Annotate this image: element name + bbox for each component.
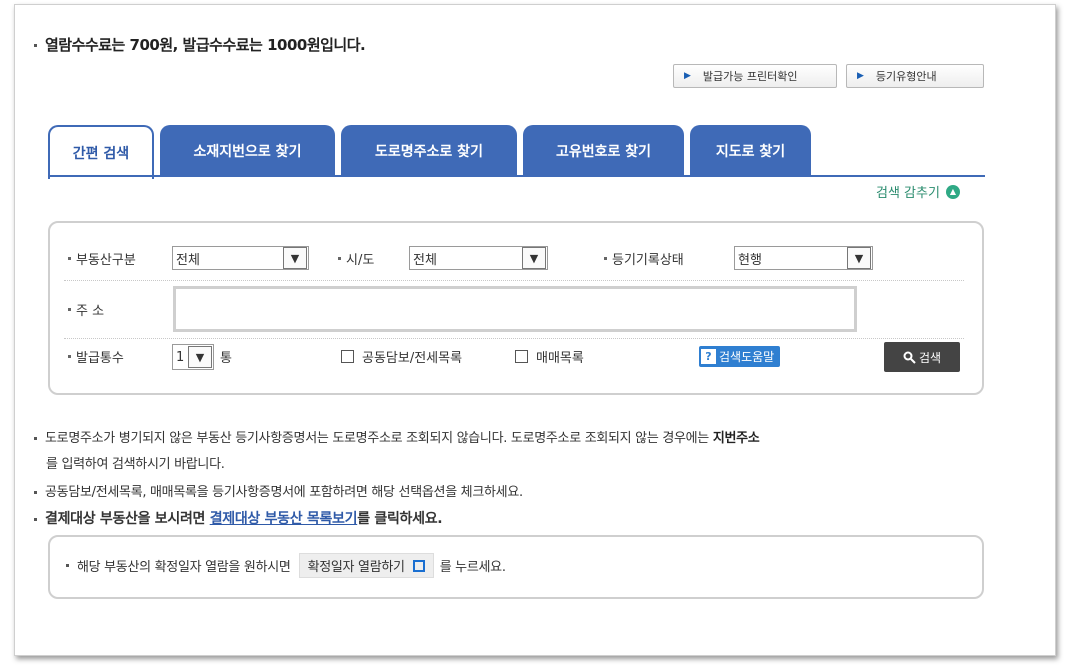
sale-list-checkbox[interactable]: 매매목록 [515, 347, 584, 366]
payment-list-link[interactable]: 결제대상 부동산 목록보기 [210, 511, 358, 527]
arrow-right-icon: ▶ [857, 71, 864, 81]
external-link-icon [412, 559, 425, 572]
copies-unit: 통 [220, 351, 232, 366]
tab-lot-number[interactable]: 소재지번으로 찾기 [160, 125, 335, 177]
search-button[interactable]: 검색 [884, 342, 960, 372]
tab-simple-search[interactable]: 간편 검색 [48, 125, 154, 179]
chevron-up-icon: ▲ [945, 184, 960, 199]
copies-label: 발급통수 [68, 347, 124, 366]
tab-unique-number[interactable]: 고유번호로 찾기 [523, 125, 684, 177]
tab-road-address[interactable]: 도로명주소로 찾기 [341, 125, 517, 177]
chevron-down-icon: ▼ [847, 247, 871, 269]
search-help-button[interactable]: ? 검색도움말 [699, 346, 781, 367]
note-payment: 결제대상 부동산을 보시려면 결제대상 부동산 목록보기를 클릭하세요. [34, 508, 443, 528]
note-road-address: 도로명주소가 병기되지 않은 부동산 등기사항증명서는 도로명주소로 조회되지 … [34, 426, 994, 478]
checkbox-icon[interactable] [341, 350, 354, 363]
question-icon: ? [701, 349, 716, 364]
collateral-checkbox[interactable]: 공동담보/전세목록 [341, 347, 462, 366]
chevron-down-icon: ▼ [283, 247, 307, 269]
copies-select[interactable]: 1 ▼ [172, 344, 214, 370]
fee-notice: 열람수수료는 700원, 발급수수료는 1000원입니다. [34, 34, 366, 55]
record-status-label: 등기기록상태 [604, 249, 684, 268]
registry-type-button[interactable]: ▶ 등기유형안내 [846, 64, 984, 88]
row-divider [64, 338, 964, 339]
property-type-select[interactable]: 전체 ▼ [172, 246, 309, 270]
row-divider [64, 280, 964, 281]
magnifier-icon [903, 351, 916, 364]
property-type-label: 부동산구분 [68, 249, 136, 268]
confirm-date-view-button[interactable]: 확정일자 열람하기 [298, 553, 434, 578]
checkbox-icon[interactable] [515, 350, 528, 363]
address-label: 주 소 [68, 300, 104, 319]
address-input[interactable] [173, 286, 857, 332]
city-select[interactable]: 전체 ▼ [409, 246, 548, 270]
record-status-select[interactable]: 현행 ▼ [734, 246, 873, 270]
confirm-date-notice: 해당 부동산의 확정일자 열람을 원하시면 확정일자 열람하기 를 누르세요. [66, 553, 506, 578]
city-label: 시/도 [338, 249, 374, 268]
chevron-down-icon: ▼ [522, 247, 546, 269]
chevron-down-icon: ▼ [188, 346, 212, 368]
printer-check-button[interactable]: ▶ 발급가능 프린터확인 [673, 64, 837, 88]
tab-map[interactable]: 지도로 찾기 [690, 125, 811, 177]
arrow-right-icon: ▶ [684, 71, 691, 81]
note-options: 공동담보/전세목록, 매매목록을 등기사항증명서에 포함하려면 해당 선택옵션을… [34, 481, 523, 500]
collapse-search-toggle[interactable]: 검색 감추기 ▲ [876, 182, 960, 201]
tab-underline [48, 175, 985, 177]
